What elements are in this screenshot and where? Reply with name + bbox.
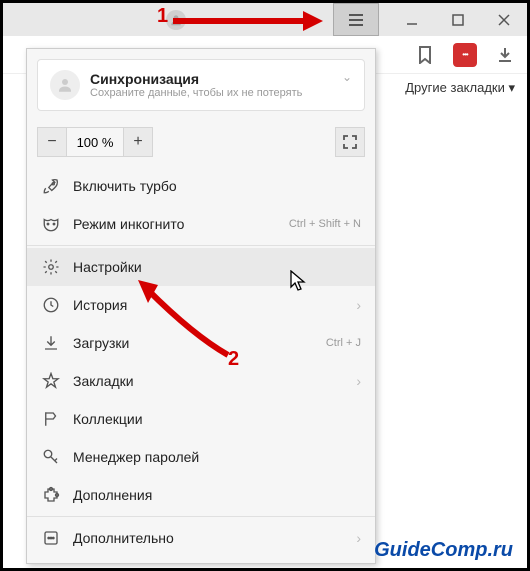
sync-title: Синхронизация [90,71,302,87]
menu-divider [27,516,375,517]
menu-item-downloads[interactable]: Загрузки Ctrl + J [27,324,375,362]
bookmark-icon[interactable] [413,43,437,67]
menu-item-collections[interactable]: Коллекции [27,400,375,438]
menu-item-label: Дополнительно [73,530,174,546]
menu-item-bookmarks[interactable]: Закладки › [27,362,375,400]
profile-avatar-icon[interactable] [166,10,186,30]
download-icon [41,334,61,352]
close-button[interactable] [481,3,527,36]
menu-shortcut: Ctrl + Shift + N [289,218,361,230]
menu-item-label: Настройки [73,259,142,275]
history-icon [41,296,61,314]
zoom-level-label: 100 % [67,127,123,157]
puzzle-icon [41,486,61,504]
lastpass-icon[interactable]: ••• [453,43,477,67]
menu-item-incognito[interactable]: Режим инкогнито Ctrl + Shift + N [27,205,375,243]
menu-item-label: Режим инкогнито [73,216,184,232]
chevron-down-icon: ⌄ [342,70,352,84]
chevron-right-icon: › [356,530,361,546]
fullscreen-button[interactable] [335,127,365,157]
menu-item-label: Коллекции [73,411,143,427]
zoom-in-button[interactable]: + [123,127,153,157]
watermark-text: GuideComp.ru [374,539,513,562]
menu-item-label: Дополнения [73,487,152,503]
maximize-button[interactable] [435,3,481,36]
hamburger-menu-button[interactable] [333,3,379,36]
menu-item-label: Включить турбо [73,178,177,194]
menu-item-advanced[interactable]: Дополнительно › [27,519,375,557]
gear-icon [41,258,61,276]
menu-item-label: Загрузки [73,335,129,351]
sync-promo-box[interactable]: Синхронизация Сохраните данные, чтобы их… [37,59,365,111]
zoom-out-button[interactable]: − [37,127,67,157]
window-titlebar [3,3,527,36]
zoom-controls: − 100 % + [27,121,375,163]
sync-subtitle: Сохраните данные, чтобы их не потерять [90,87,302,99]
minimize-button[interactable] [389,3,435,36]
mask-icon [41,215,61,233]
menu-divider [27,245,375,246]
downloads-icon[interactable] [493,43,517,67]
menu-item-history[interactable]: История › [27,286,375,324]
chevron-right-icon: › [356,297,361,313]
menu-item-label: Менеджер паролей [73,449,199,465]
rocket-icon [41,177,61,195]
flag-icon [41,410,61,428]
menu-item-label: История [73,297,127,313]
star-icon [41,372,61,390]
menu-item-label: Закладки [73,373,134,389]
menu-item-settings[interactable]: Настройки [27,248,375,286]
main-menu-panel: Синхронизация Сохраните данные, чтобы их… [26,48,376,564]
key-icon [41,448,61,466]
chevron-right-icon: › [356,373,361,389]
menu-item-passwords[interactable]: Менеджер паролей [27,438,375,476]
menu-item-addons[interactable]: Дополнения [27,476,375,514]
other-bookmarks-button[interactable]: Другие закладки ▾ [405,80,515,95]
menu-item-turbo[interactable]: Включить турбо [27,167,375,205]
menu-shortcut: Ctrl + J [326,337,361,349]
user-avatar-icon [50,70,80,100]
more-icon [41,529,61,547]
